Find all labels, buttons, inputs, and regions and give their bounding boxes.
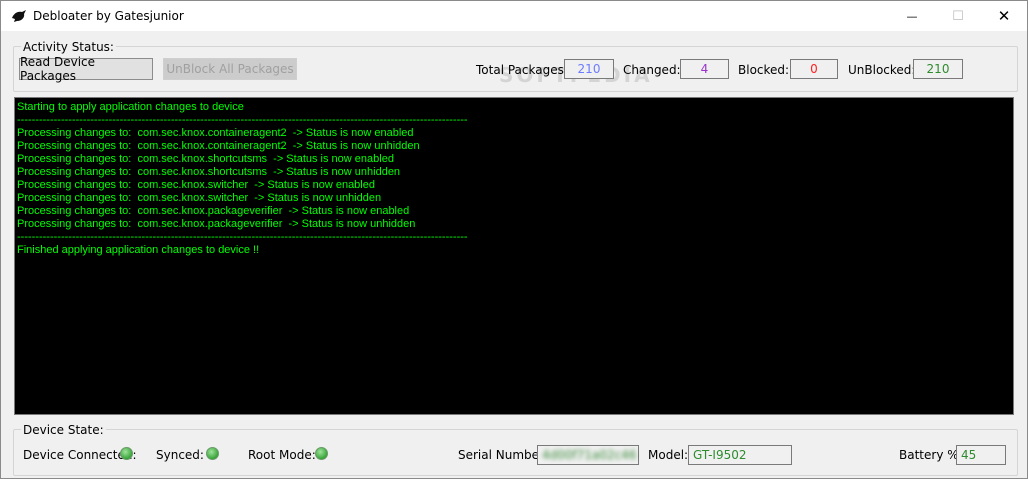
root-mode-label: Root Mode: <box>248 448 316 462</box>
unblocked-value: 210 <box>913 59 963 79</box>
console-line: Processing changes to: com.sec.knox.shor… <box>17 153 394 165</box>
changed-value: 4 <box>680 59 729 79</box>
window-title: Debloater by Gatesjunior <box>33 9 184 23</box>
console-line: Processing changes to: com.sec.knox.swit… <box>17 179 375 191</box>
close-icon: ✕ <box>997 7 1011 25</box>
maximize-icon: ☐ <box>952 8 964 24</box>
maximize-button[interactable]: ☐ <box>935 1 981 31</box>
console-line: Processing changes to: com.sec.knox.swit… <box>17 192 382 204</box>
synced-indicator-icon <box>206 447 219 460</box>
title-bar: Debloater by Gatesjunior — ☐ ✕ <box>1 1 1027 31</box>
console-line: Processing changes to: com.sec.knox.cont… <box>17 127 414 139</box>
read-device-packages-button[interactable]: Read Device Packages <box>19 55 153 83</box>
serial-number-value: 4d00f71a02c46 <box>537 445 639 465</box>
blocked-value: 0 <box>790 59 838 79</box>
blocked-label: Blocked: <box>738 63 790 77</box>
unblock-all-packages-button[interactable]: UnBlock All Packages <box>163 58 297 80</box>
serial-number-label: Serial Number: <box>458 448 548 462</box>
console-line: Processing changes to: com.sec.knox.shor… <box>17 166 401 178</box>
activity-status-label: Activity Status: <box>21 40 116 54</box>
device-connected-indicator-icon <box>120 447 133 460</box>
battery-value: 45 <box>956 445 1006 465</box>
serial-number-text: 4d00f71a02c46 <box>542 448 637 462</box>
console-line: Processing changes to: com.sec.knox.pack… <box>17 218 416 230</box>
model-label: Model: <box>648 448 689 462</box>
changed-label: Changed: <box>623 63 681 77</box>
close-button[interactable]: ✕ <box>981 1 1027 31</box>
console-line: Processing changes to: com.sec.knox.pack… <box>17 205 410 217</box>
app-window: Debloater by Gatesjunior — ☐ ✕ Activity … <box>0 0 1028 479</box>
model-value: GT-I9502 <box>688 445 792 465</box>
synced-label: Synced: <box>156 448 204 462</box>
battery-label: Battery %: <box>899 448 963 462</box>
console-line: Starting to apply application changes to… <box>17 101 244 113</box>
console-line: Finished applying application changes to… <box>17 244 260 256</box>
device-state-label: Device State: <box>21 423 106 437</box>
console-line: Processing changes to: com.sec.knox.cont… <box>17 140 420 152</box>
minimize-icon: — <box>906 9 918 23</box>
total-packages-label: Total Packages: <box>476 63 568 77</box>
root-mode-indicator-icon <box>315 447 328 460</box>
minimize-button[interactable]: — <box>889 1 935 31</box>
total-packages-value: 210 <box>564 59 614 79</box>
console-separator: ----------------------------------------… <box>17 114 467 126</box>
log-console[interactable]: Starting to apply application changes to… <box>14 97 1014 415</box>
unblocked-label: UnBlocked: <box>848 63 916 77</box>
bird-logo-icon <box>12 10 26 22</box>
console-separator: ----------------------------------------… <box>17 231 467 243</box>
